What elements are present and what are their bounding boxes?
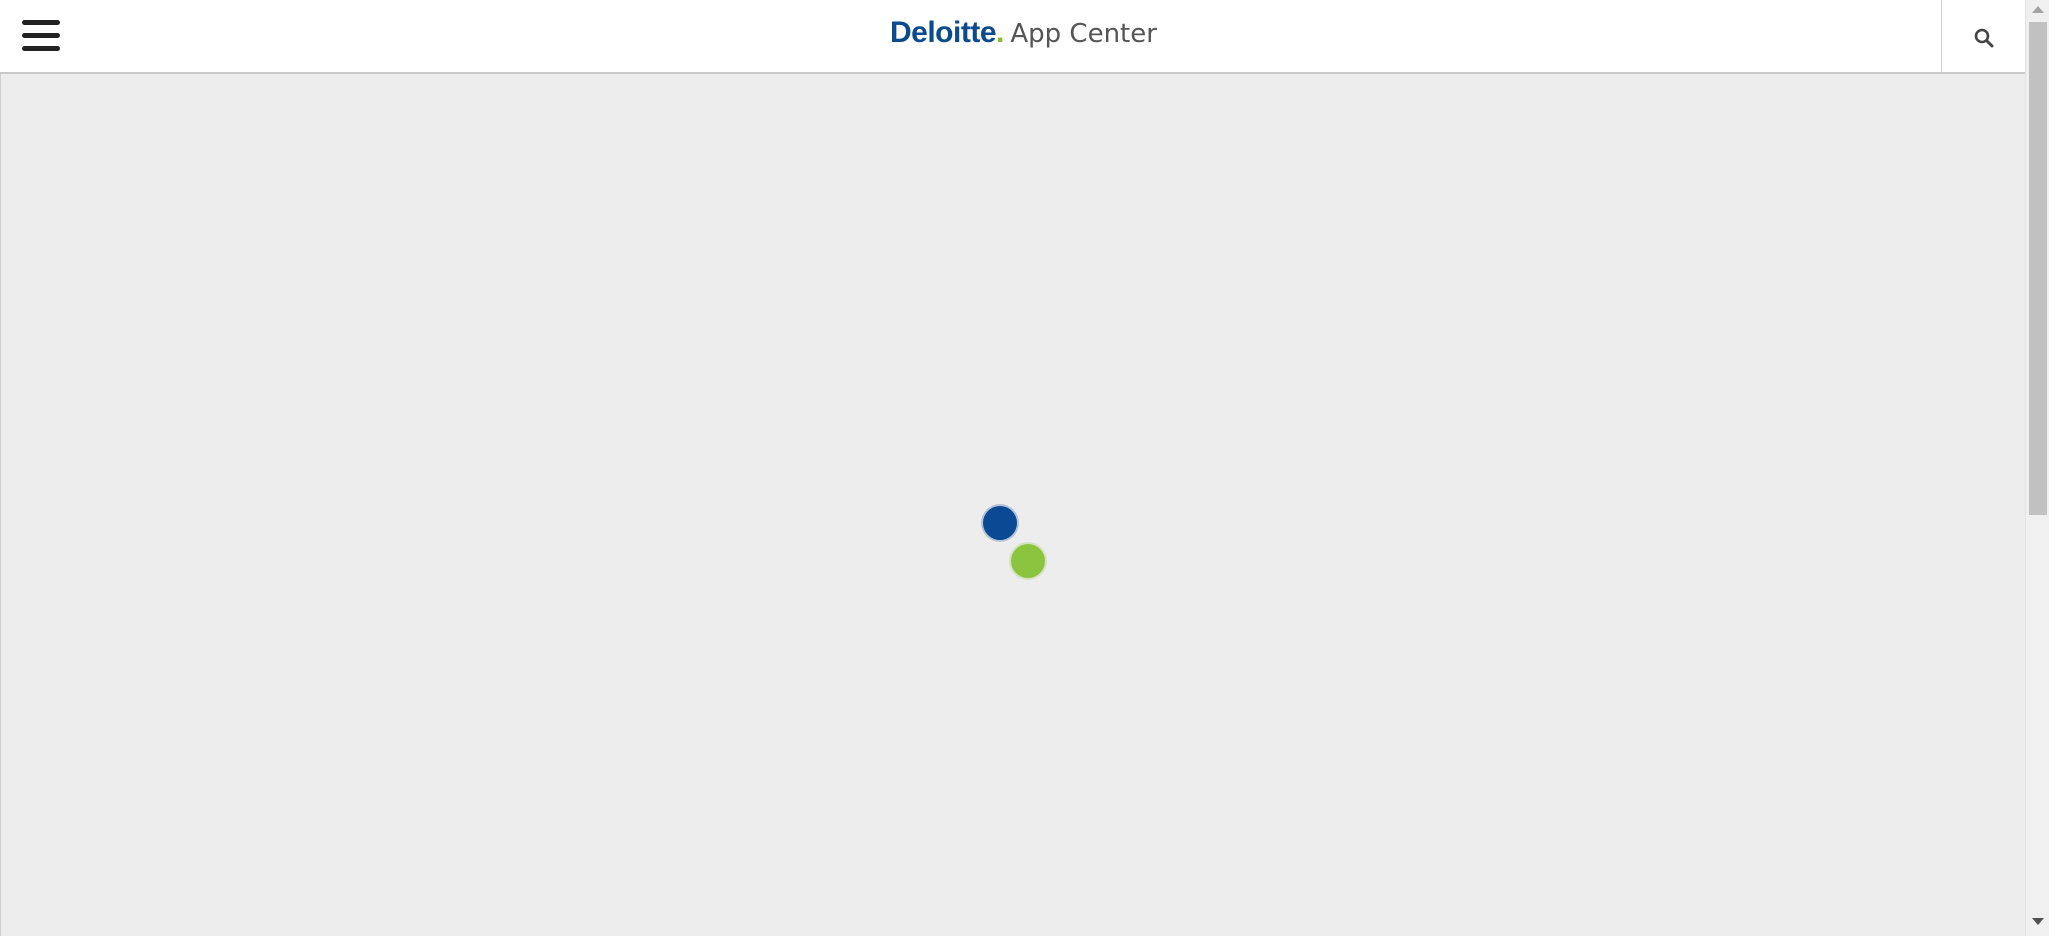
hamburger-menu-button[interactable] (16, 16, 66, 58)
app-logo[interactable]: Deloitte. App Center (890, 16, 1157, 56)
loading-spinner-icon (981, 504, 1051, 580)
scroll-thumb[interactable] (2029, 22, 2047, 515)
search-icon (1974, 28, 1994, 48)
app-window: Deloitte. App Center (0, 0, 2049, 936)
hamburger-menu-icon (22, 33, 60, 38)
loading-dot-green (1011, 544, 1045, 578)
main-content (0, 74, 2025, 936)
loading-dot-blue (983, 506, 1017, 540)
search-button[interactable] (1941, 0, 2025, 72)
brand-dot: . (996, 16, 1005, 49)
hamburger-menu-icon (22, 20, 60, 25)
top-header: Deloitte. App Center (0, 0, 2025, 74)
scroll-down-arrow-icon[interactable] (2032, 918, 2044, 925)
hamburger-menu-icon (22, 46, 60, 51)
product-name: App Center (1010, 19, 1157, 49)
vertical-scrollbar[interactable] (2025, 0, 2049, 936)
scroll-up-arrow-icon[interactable] (2032, 6, 2044, 13)
brand-wordmark: Deloitte (890, 16, 997, 49)
